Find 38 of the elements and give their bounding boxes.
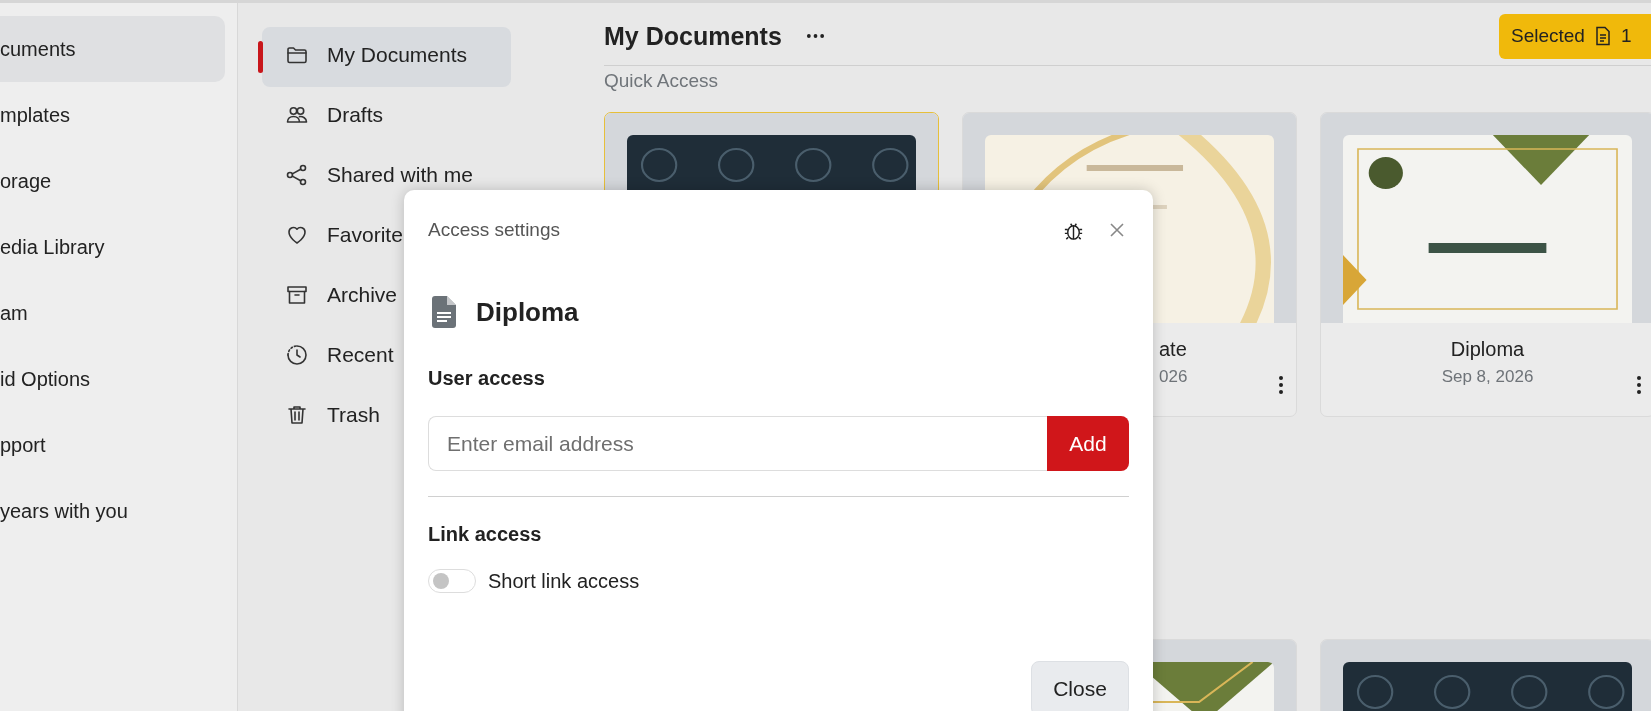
clock-icon — [285, 343, 309, 367]
close-button[interactable]: Close — [1031, 661, 1129, 711]
sidebar-item[interactable]: id Options — [0, 346, 225, 412]
section-heading: Quick Access — [604, 70, 720, 93]
share-icon — [285, 163, 309, 187]
document-icon — [432, 296, 456, 328]
card-title: ate — [1159, 337, 1187, 362]
archive-box-icon — [285, 283, 309, 307]
add-button[interactable]: Add — [1047, 416, 1129, 471]
more-vertical-icon[interactable] — [1278, 375, 1284, 395]
section-heading: Link access — [428, 522, 543, 547]
nav-item[interactable]: Shared with me — [262, 147, 511, 207]
document-card[interactable]: Diploma Sep 8, 2026 — [1320, 112, 1651, 417]
sidebar-item[interactable]: mplates — [0, 82, 225, 148]
card-date: Sep 8, 2026 — [1441, 366, 1534, 388]
sidebar-item[interactable]: pport — [0, 412, 225, 478]
close-icon[interactable] — [1109, 222, 1125, 238]
sidebar-item[interactable]: orage — [0, 148, 225, 214]
sidebar-item[interactable]: am — [0, 280, 225, 346]
nav-item[interactable]: Drafts — [262, 87, 511, 147]
toggle-label: Short link access — [488, 569, 640, 593]
sidebar-item[interactable]: years with you — [0, 478, 225, 544]
email-field[interactable]: Enter email address — [428, 416, 1047, 471]
selection-indicator — [258, 41, 263, 73]
document-icon — [1594, 26, 1611, 46]
card-date: 026 — [1159, 366, 1188, 388]
more-vertical-icon[interactable] — [1636, 375, 1642, 395]
selected-button[interactable]: Selected 1 — [1499, 13, 1651, 59]
dialog-title: Access settings — [428, 219, 560, 241]
page-title: My Documents — [604, 21, 782, 51]
section-heading: User access — [428, 366, 546, 391]
document-name: Diploma — [476, 296, 579, 328]
card-title: Diploma — [1450, 337, 1525, 362]
more-icon[interactable] — [805, 33, 825, 39]
trash-icon — [285, 403, 309, 427]
sidebar-item[interactable]: edia Library — [0, 214, 225, 280]
toggle-switch[interactable] — [428, 569, 476, 593]
sidebar-item[interactable]: cuments — [0, 16, 225, 82]
